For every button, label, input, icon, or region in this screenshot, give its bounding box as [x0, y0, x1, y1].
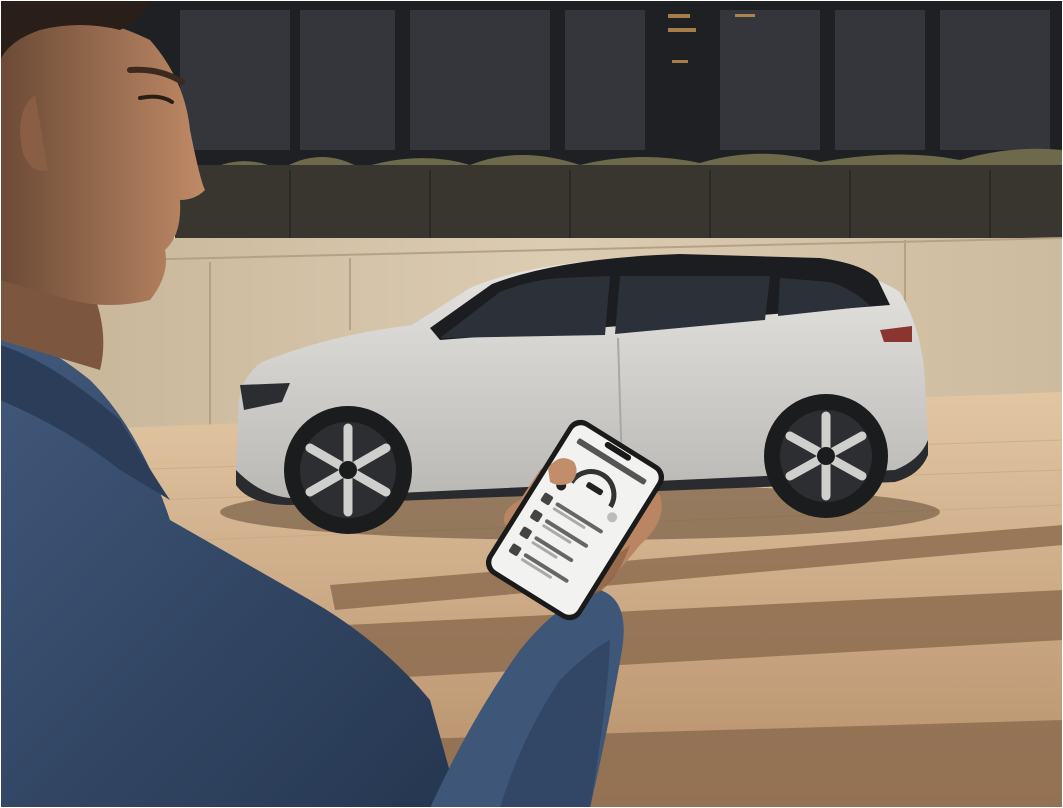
rear-wheel: [764, 394, 888, 518]
building-windows: [180, 10, 1050, 150]
photo-scene: [0, 0, 1063, 808]
front-wheel: [284, 406, 412, 534]
photo-illustration: [0, 0, 1063, 808]
